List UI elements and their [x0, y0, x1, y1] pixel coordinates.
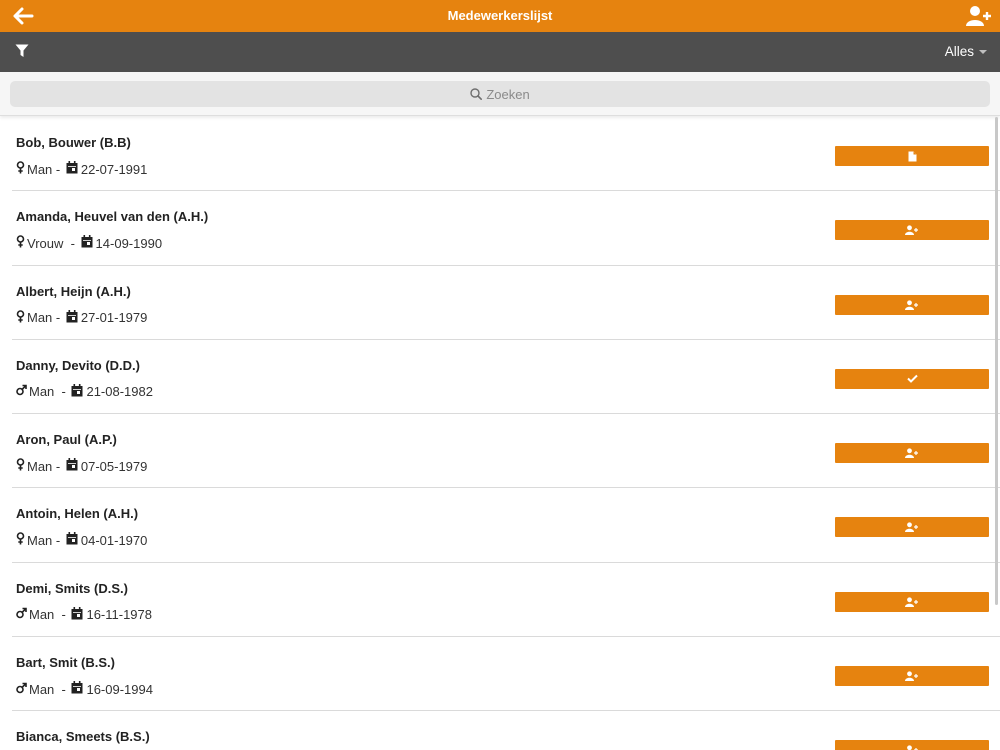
gender-label: Man: [27, 532, 53, 548]
gender-label: Man: [27, 161, 53, 177]
employee-meta: Man - 22-07-1991: [16, 161, 147, 177]
employee-action-button[interactable]: [835, 368, 989, 389]
meta-separator: -: [54, 607, 70, 623]
birth-date: 21-08-1982: [86, 384, 153, 400]
gender-label: Man: [27, 458, 53, 474]
calendar-icon: [66, 532, 78, 548]
female-icon: [16, 532, 25, 548]
birth-date: 16-09-1994: [86, 681, 153, 697]
list-item[interactable]: Amanda, Heuvel van den (A.H.) Vrouw - 14-…: [12, 191, 1000, 266]
employee-name: Antoin, Helen (A.H.): [16, 506, 139, 522]
male-icon: [16, 607, 27, 622]
employee-action-button[interactable]: [835, 443, 989, 464]
search-input[interactable]: Zoeken: [10, 81, 990, 107]
user-plus-icon: [905, 597, 919, 607]
employee-name: Danny, Devito (D.D.): [16, 357, 140, 373]
employee-action-button[interactable]: [835, 220, 989, 241]
meta-separator: -: [54, 384, 70, 400]
female-icon: [16, 161, 25, 177]
gender-label: Man: [27, 310, 53, 326]
document-icon: [908, 151, 917, 162]
employee-list: Bob, Bouwer (B.B) Man - 22-07-1991 Amanda,…: [12, 117, 1000, 750]
search-placeholder: Zoeken: [486, 86, 530, 102]
list-item[interactable]: Aron, Paul (A.P.) Man - 07-05-1979: [12, 414, 1000, 489]
employee-meta: Vrouw - 14-09-1990: [16, 235, 162, 251]
employee-action-button[interactable]: [835, 517, 989, 538]
employee-meta: Man - 16-11-1978: [16, 606, 153, 623]
meta-separator: -: [54, 681, 70, 697]
female-icon: [16, 235, 25, 251]
employee-name: Albert, Heijn (A.H.): [16, 283, 131, 299]
employee-meta: Man - 16-09-1994: [16, 681, 153, 697]
calendar-icon: [71, 383, 83, 400]
app-header: Medewerkerslijst: [0, 0, 1000, 32]
gender-label: Man: [29, 607, 55, 623]
user-plus-icon: [905, 448, 919, 459]
user-plus-icon: [905, 522, 919, 533]
calendar-icon: [81, 235, 93, 251]
calendar-icon: [66, 309, 78, 326]
employee-meta: Man - 27-01-1979: [16, 309, 148, 326]
list-item[interactable]: Danny, Devito (D.D.) Man - 21-08-1982: [12, 340, 1000, 415]
meta-separator: -: [52, 310, 64, 326]
scrollbar[interactable]: [995, 117, 998, 605]
user-plus-icon: [905, 745, 919, 750]
meta-separator: -: [52, 532, 64, 548]
check-icon: [906, 374, 918, 384]
female-icon: [16, 458, 25, 474]
birth-date: 27-01-1979: [80, 310, 148, 326]
employee-action-button[interactable]: [835, 666, 989, 687]
meta-separator: -: [52, 458, 64, 474]
filter-icon[interactable]: [15, 44, 29, 58]
employee-name: Aron, Paul (A.P.): [16, 432, 117, 448]
male-icon: [16, 384, 27, 399]
list-item[interactable]: Bianca, Smeets (B.S.): [12, 711, 1000, 750]
calendar-icon: [66, 458, 78, 474]
filter-select[interactable]: Alles: [945, 44, 987, 59]
employee-action-button[interactable]: [835, 591, 989, 612]
search-bar: Zoeken: [0, 72, 1000, 116]
meta-separator: -: [63, 235, 79, 251]
birth-date: 07-05-1979: [80, 458, 148, 474]
calendar-icon: [71, 681, 83, 697]
employee-name: Bart, Smit (B.S.): [16, 655, 115, 671]
employee-meta: Man - 04-01-1970: [16, 532, 147, 548]
chevron-down-icon: [979, 50, 987, 54]
calendar-icon: [66, 161, 78, 177]
employee-name: Demi, Smits (D.S.): [16, 580, 128, 596]
user-plus-icon: [905, 671, 919, 682]
employee-name: Bob, Bouwer (B.B): [16, 135, 131, 150]
calendar-icon: [71, 606, 83, 623]
filter-toolbar: Alles: [0, 32, 1000, 72]
employee-name: Bianca, Smeets (B.S.): [16, 729, 150, 745]
filter-select-value: Alles: [944, 44, 974, 59]
employee-action-button[interactable]: [835, 740, 989, 750]
employee-action-button[interactable]: [835, 146, 989, 166]
page-title: Medewerkerslijst: [447, 8, 553, 23]
employee-meta: Man - 21-08-1982: [16, 383, 153, 400]
search-icon: [470, 88, 483, 100]
employee-meta: Man - 07-05-1979: [16, 458, 147, 474]
list-item[interactable]: Bart, Smit (B.S.) Man - 16-09-1994: [12, 637, 1000, 712]
list-item[interactable]: Antoin, Helen (A.H.) Man - 04-01-1970: [12, 488, 1000, 563]
list-item[interactable]: Bob, Bouwer (B.B) Man - 22-07-1991: [12, 117, 1000, 192]
birth-date: 04-01-1970: [80, 532, 148, 548]
gender-label: Vrouw: [27, 235, 64, 251]
user-plus-icon: [905, 225, 919, 236]
user-plus-icon[interactable]: [966, 5, 992, 27]
employee-name: Amanda, Heuvel van den (A.H.): [16, 209, 209, 225]
list-item[interactable]: Albert, Heijn (A.H.) Man - 27-01-1979: [12, 266, 1000, 340]
birth-date: 16-11-1978: [86, 607, 153, 623]
employee-action-button[interactable]: [835, 294, 989, 315]
birth-date: 14-09-1990: [95, 235, 163, 251]
gender-label: Man: [29, 681, 55, 697]
meta-separator: -: [52, 161, 64, 177]
male-icon: [16, 682, 27, 697]
female-icon: [16, 309, 25, 326]
user-plus-icon: [905, 299, 919, 310]
list-item[interactable]: Demi, Smits (D.S.) Man - 16-11-1978: [12, 563, 1000, 638]
birth-date: 22-07-1991: [80, 161, 148, 177]
gender-label: Man: [29, 384, 55, 400]
